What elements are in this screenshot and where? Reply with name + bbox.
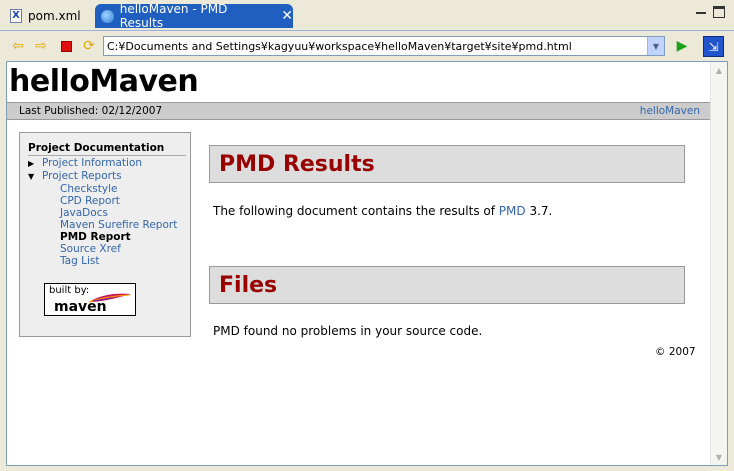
go-icon[interactable]: ▶ [673,37,691,55]
site-title: helloMaven [9,64,199,99]
browser-viewport: helloMaven Last Published: 02/12/2007 he… [6,61,728,466]
refresh-icon[interactable]: ⟳ [80,37,98,55]
chevron-down-icon[interactable]: ▼ [647,37,664,55]
nav-item-tag-list[interactable]: Tag List [28,255,190,267]
chevron-right-icon: ▶ [28,159,35,168]
stop-icon[interactable] [57,37,75,55]
minimize-button[interactable] [695,6,707,18]
breadcrumb: Last Published: 02/12/2007 helloMaven [7,102,710,120]
editor-tab-strip: X pom.xml helloMaven - PMD Results ✕ [0,0,734,30]
files-text: PMD found no problems in your source cod… [213,324,483,338]
xml-file-icon: X [10,9,22,23]
breadcrumb-link-hellomaven[interactable]: helloMaven [640,105,700,117]
nav-item-project-reports[interactable]: ▼ Project Reports [28,170,190,183]
back-arrow-icon[interactable]: ⇦ [9,37,27,55]
pmd-results-text: The following document contains the resu… [213,204,553,218]
nav-item-project-information[interactable]: ▶ Project Information [28,157,190,170]
tab-pom-xml[interactable]: X pom.xml [4,4,92,28]
url-input[interactable] [104,37,644,55]
nav-item-pmd-report: PMD Report [60,231,131,243]
nav-item-cpd-report[interactable]: CPD Report [28,195,190,207]
feather-icon [88,293,131,303]
nav-item-source-xref[interactable]: Source Xref [28,243,190,255]
section-title: Files [219,272,278,298]
section-files: Files [209,266,685,304]
section-title: PMD Results [219,151,375,177]
nav-heading: Project Documentation [28,142,186,156]
vertical-scrollbar[interactable]: ▲ ▼ [710,62,727,465]
close-icon[interactable]: ✕ [281,8,293,24]
tab-pmd-results[interactable]: helloMaven - PMD Results ✕ [95,2,293,30]
copyright: © 2007 [655,346,696,358]
globe-icon [101,9,114,23]
tab-label: pom.xml [28,9,81,23]
external-browser-icon[interactable]: ⇲ [703,36,724,57]
browser-toolbar: ⇦ ⇨ ⟳ ▼ ▶ ⇲ [0,30,734,60]
nav-item-checkstyle[interactable]: Checkstyle [28,183,190,195]
built-by-label: built by: [49,285,90,296]
scroll-up-icon[interactable]: ▲ [711,62,727,78]
url-bar[interactable]: ▼ [103,36,665,56]
maven-logo[interactable]: built by: maven [44,283,136,316]
tab-label: helloMaven - PMD Results [119,2,228,30]
sidebar-navigation: Project Documentation ▶ Project Informati… [19,132,191,337]
forward-arrow-icon[interactable]: ⇨ [32,37,50,55]
last-published: Last Published: 02/12/2007 [19,105,163,117]
maximize-button[interactable] [713,6,725,18]
nav-item-javadocs[interactable]: JavaDocs [28,207,190,219]
pmd-link[interactable]: PMD [499,204,526,218]
scroll-down-icon[interactable]: ▼ [711,449,727,465]
section-pmd-results: PMD Results [209,145,685,183]
chevron-down-icon: ▼ [28,172,35,181]
nav-item-maven-surefire-report[interactable]: Maven Surefire Report [28,219,190,231]
